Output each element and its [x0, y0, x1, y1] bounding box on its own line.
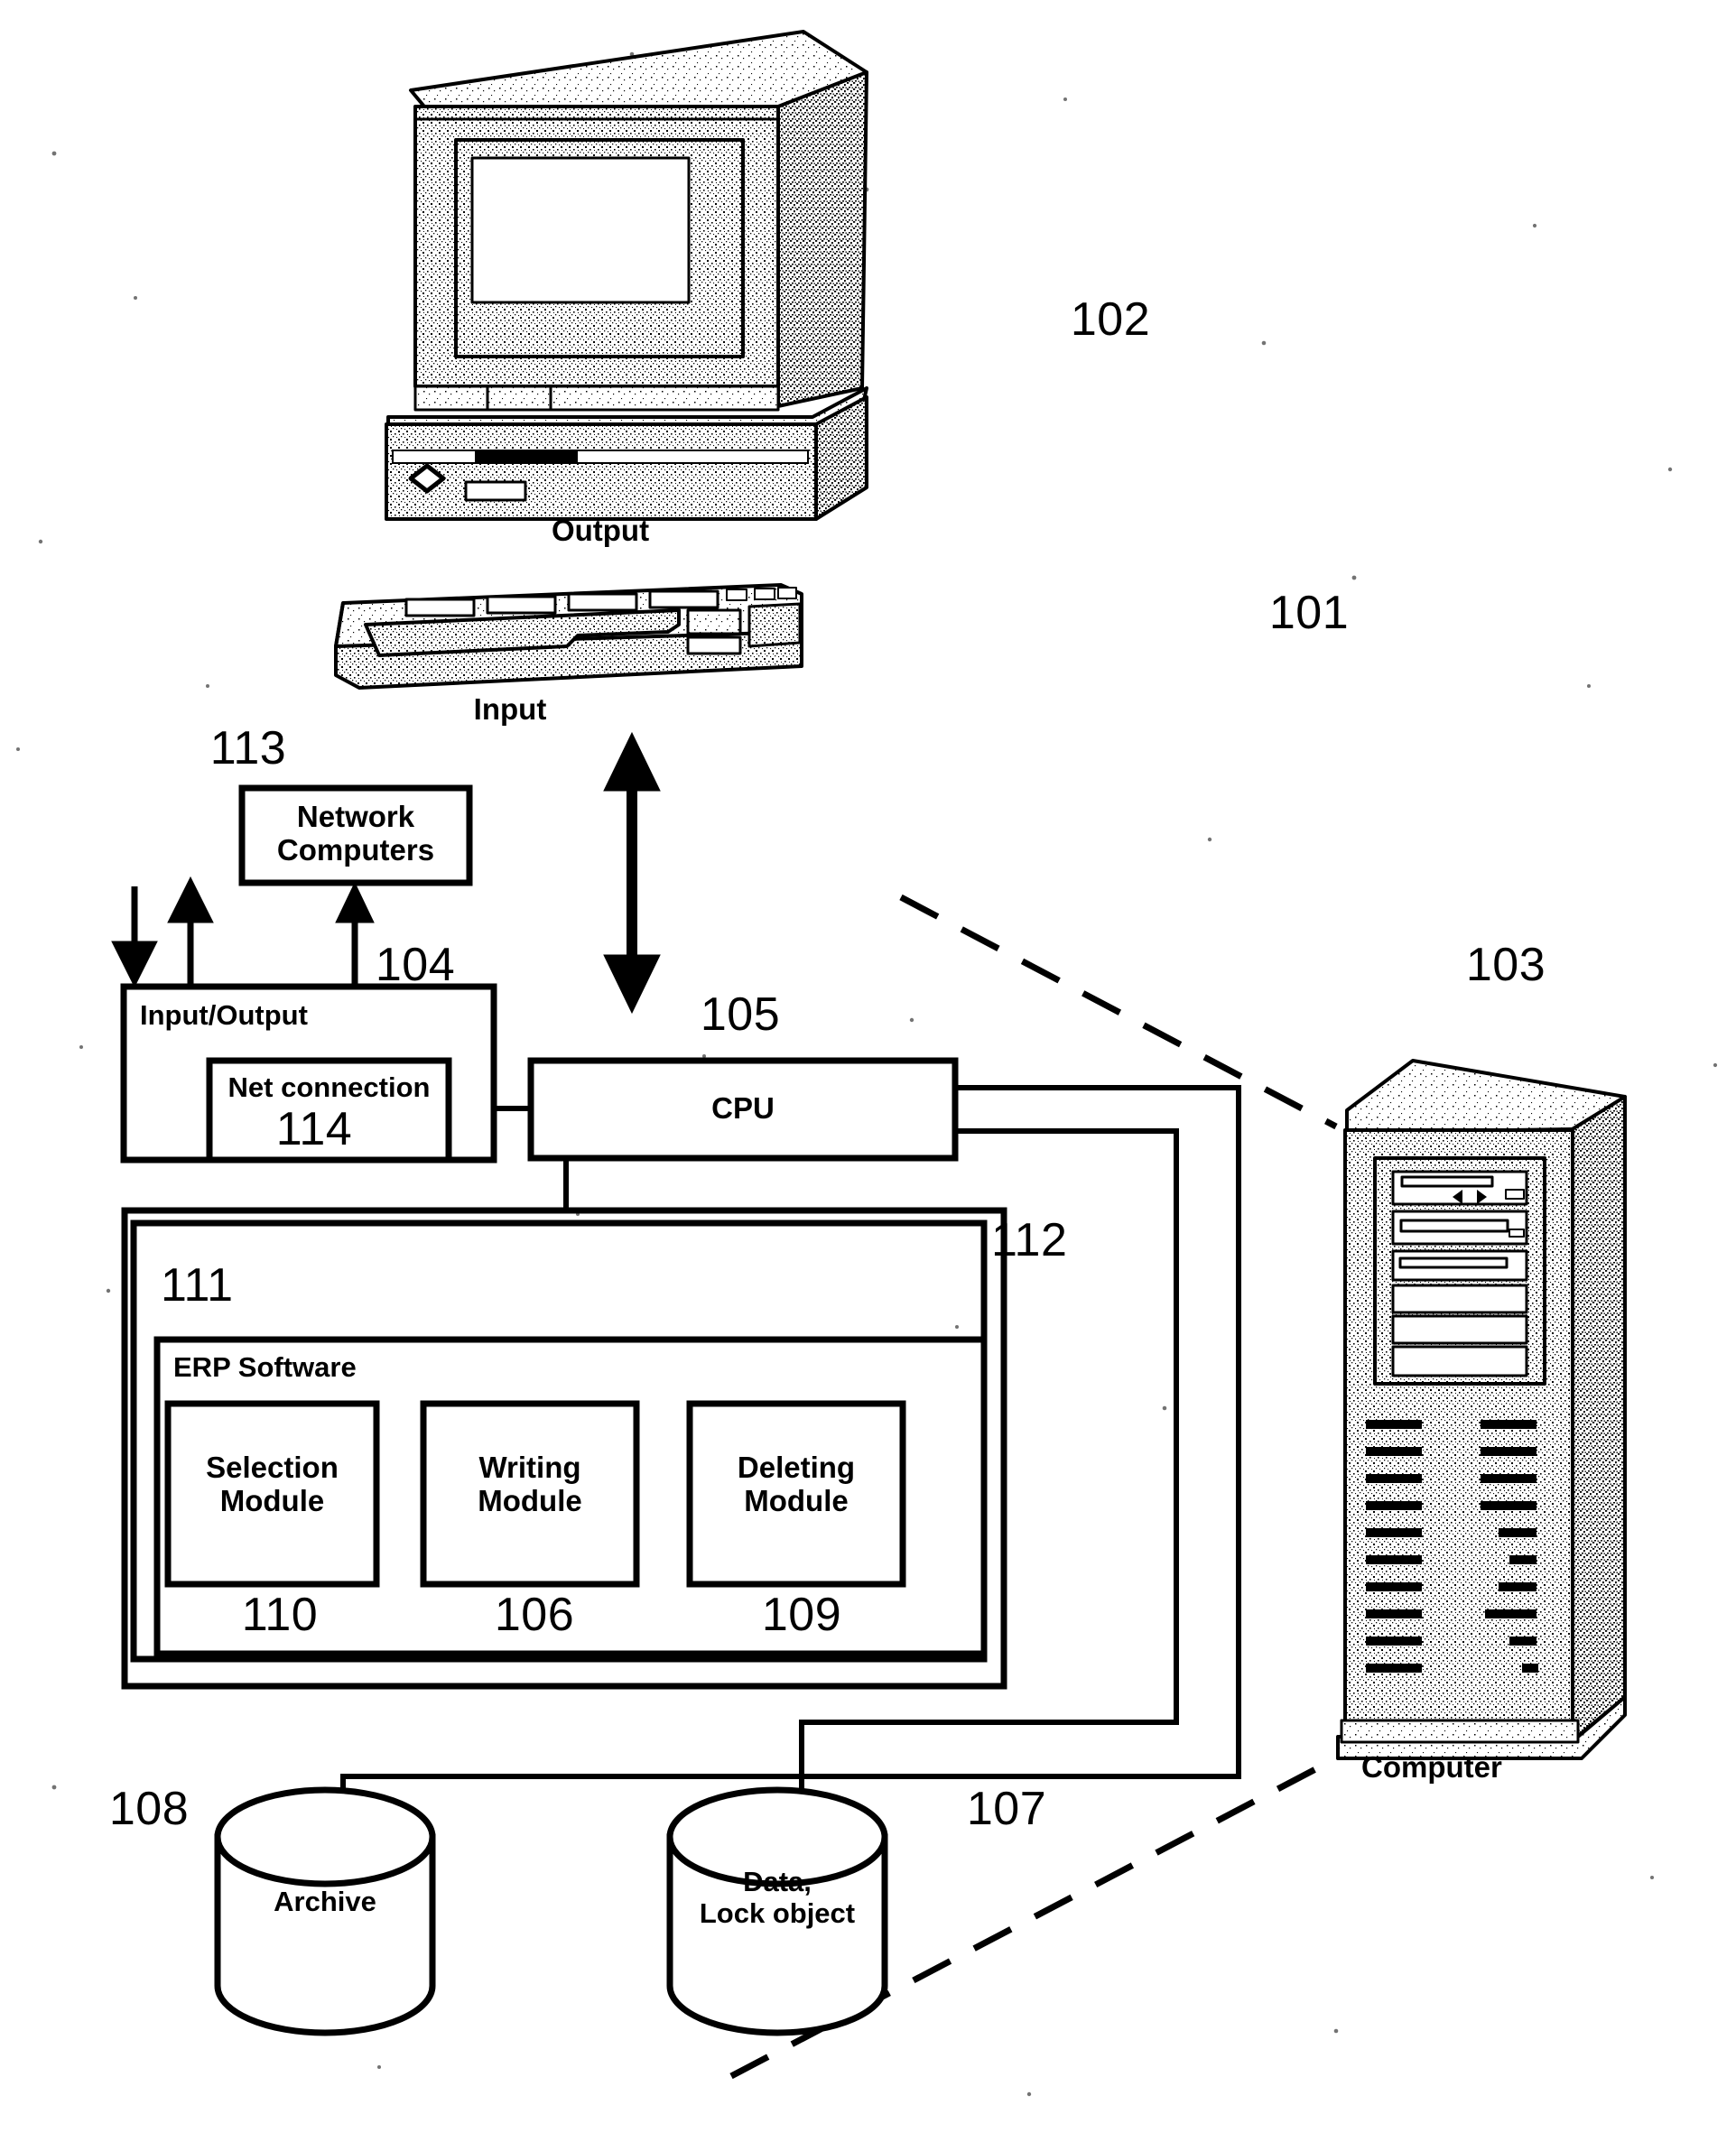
data-lock-object-label: Data, Lock object [699, 1866, 856, 1929]
net-connection-label: Net connection [227, 1071, 431, 1103]
patent-figure: Output Input Computer 102 101 103 113 10… [0, 0, 1736, 2142]
ref-111: 111 [161, 1259, 234, 1312]
cpu-label: CPU [711, 1091, 775, 1125]
ref-108: 108 [108, 1783, 190, 1835]
ref-105: 105 [700, 988, 781, 1041]
ref-101: 101 [1268, 587, 1350, 639]
ref-114: 114 [275, 1103, 353, 1155]
keyboard-input-label: Input [473, 692, 547, 726]
input-output-label: Input/Output [140, 999, 308, 1031]
selection-module-label: Selection Module [206, 1451, 339, 1517]
ref-107: 107 [966, 1783, 1047, 1835]
keyboard-icon [334, 583, 803, 690]
ref-113: 113 [209, 722, 287, 774]
keyboard-cpu-bidirectional-arrow [603, 731, 661, 1015]
ref-103: 103 [1465, 939, 1546, 991]
ref-109: 109 [761, 1589, 842, 1641]
network-computers-label: Network Computers [276, 800, 435, 867]
server-computer-label: Computer [1361, 1750, 1502, 1784]
archive-label: Archive [274, 1886, 376, 1917]
erp-software-label: ERP Software [173, 1351, 357, 1383]
ref-104: 104 [375, 939, 456, 991]
writing-module-label: Writing Module [478, 1451, 582, 1517]
ref-102: 102 [1070, 293, 1151, 346]
monitor-output-label: Output [551, 514, 650, 547]
external-input-down-arrow [111, 886, 158, 988]
tower-server-icon [1336, 1059, 1627, 1760]
external-output-up-arrow [167, 876, 214, 986]
ref-112: 112 [991, 1214, 1068, 1266]
deleting-module-label: Deleting Module [737, 1451, 856, 1517]
ref-106: 106 [494, 1589, 575, 1641]
crt-monitor-icon [385, 30, 868, 521]
ref-110: 110 [241, 1589, 319, 1641]
